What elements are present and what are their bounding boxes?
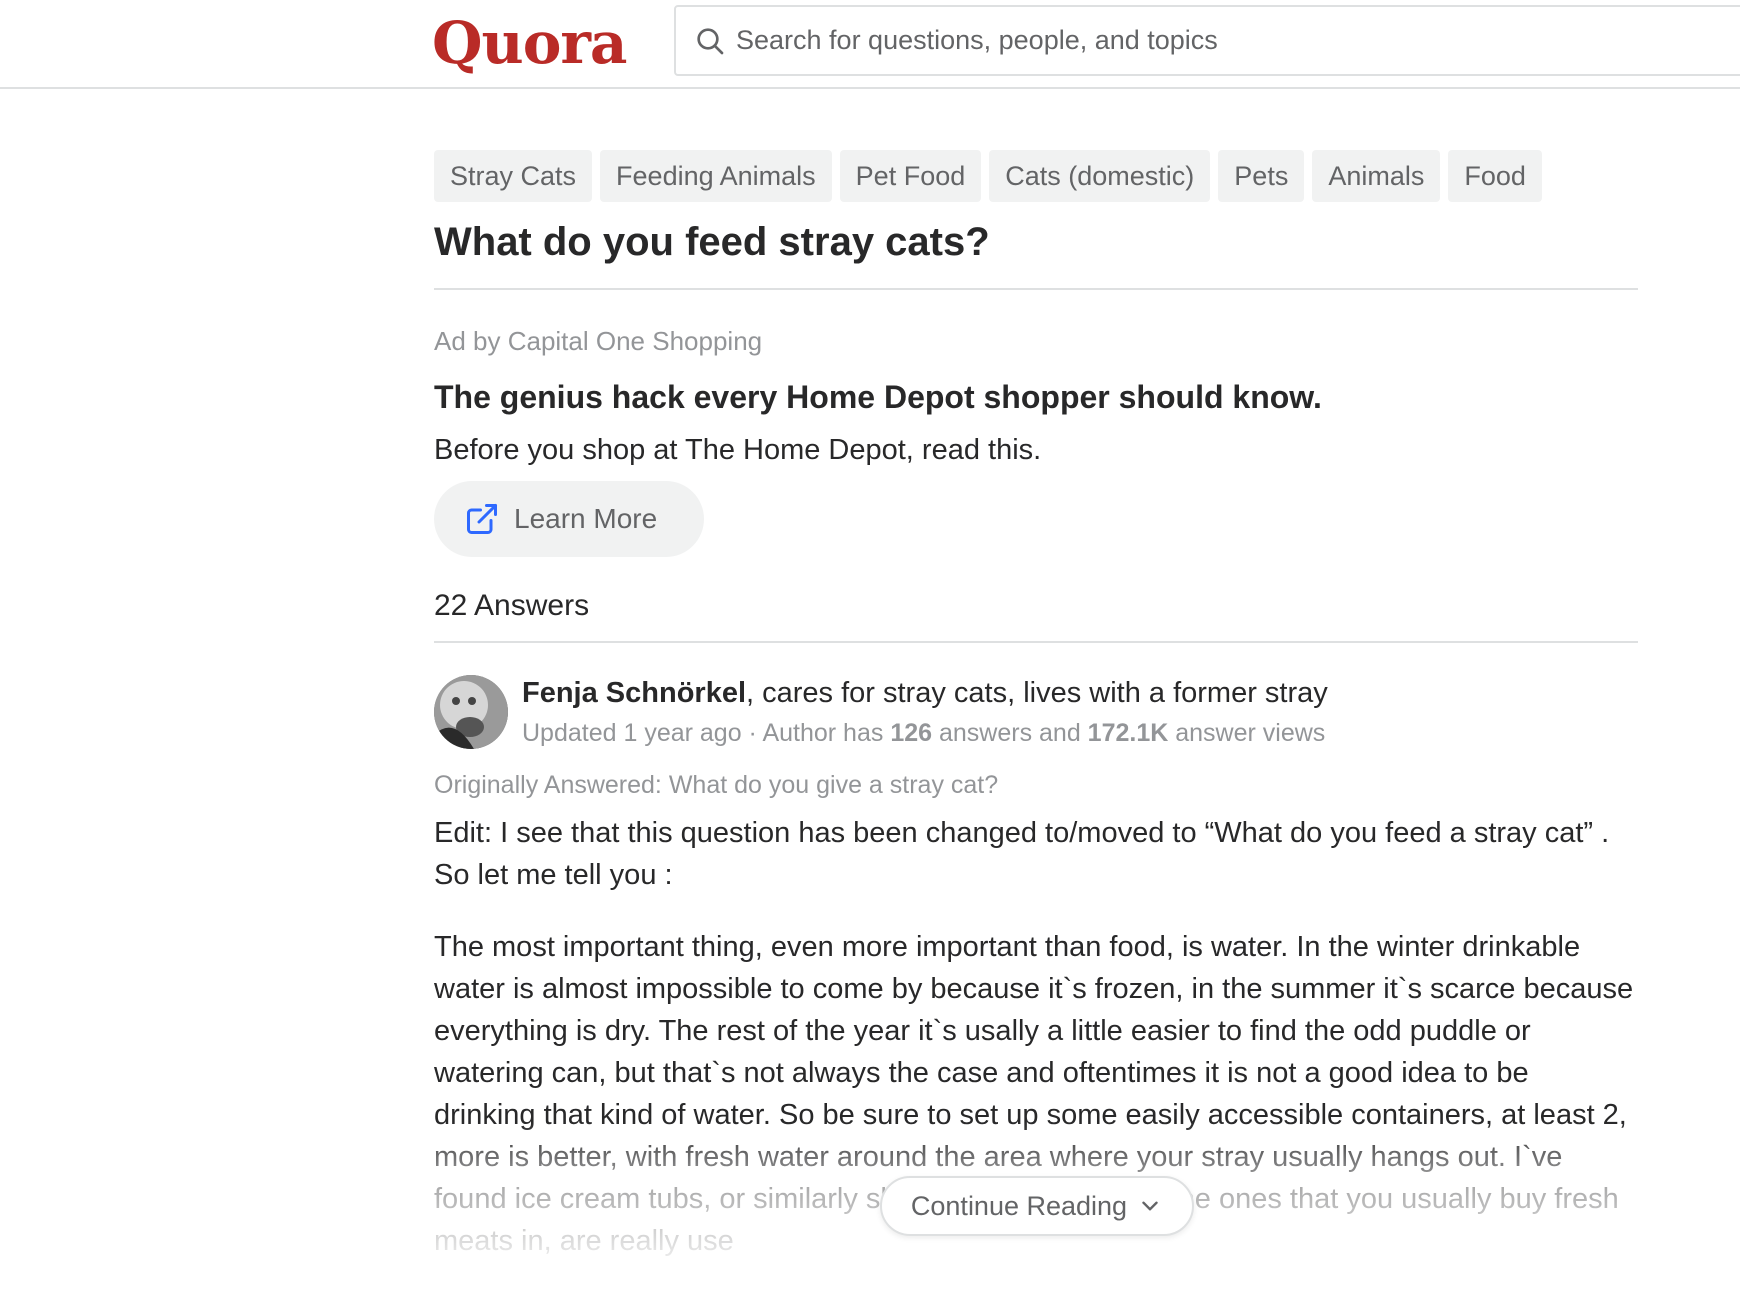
learn-more-label: Learn More (514, 503, 658, 534)
topic-tag[interactable]: Animals (1312, 150, 1441, 202)
avatar[interactable] (434, 675, 508, 749)
topic-list: Stray Cats Feeding Animals Pet Food Cats… (434, 150, 1638, 202)
search-icon (697, 27, 724, 54)
views-number: 172.1K (1087, 719, 1169, 747)
divider (434, 288, 1638, 290)
ad-label[interactable]: Ad by Capital One Shopping (434, 326, 1638, 357)
ad-title[interactable]: The genius hack every Home Depot shopper… (434, 379, 1638, 416)
answer-paragraph: Edit: I see that this question has been … (434, 817, 1610, 891)
chevron-down-icon (1142, 1201, 1158, 1211)
answer-card: Fenja Schnörkel, cares for stray cats, l… (434, 675, 1638, 1262)
topic-tag[interactable]: Feeding Animals (600, 150, 832, 202)
divider (434, 641, 1638, 643)
answers-count: 22 Answers (434, 589, 590, 622)
search-input[interactable] (736, 25, 1636, 56)
ad-block: Ad by Capital One Shopping The genius ha… (434, 326, 1638, 557)
author-credential: , cares for stray cats, lives with a for… (746, 677, 1328, 709)
learn-more-button[interactable]: Learn More (434, 481, 704, 557)
author-info: Fenja Schnörkel, cares for stray cats, l… (522, 675, 1328, 749)
ad-description: Before you shop at The Home Depot, read … (434, 434, 1042, 466)
question-page-content: Stray Cats Feeding Animals Pet Food Cats… (434, 150, 1638, 1262)
quora-logo[interactable]: Quora (432, 4, 628, 82)
meta-prefix: Updated 1 year ago · Author has (522, 719, 891, 747)
topic-tag[interactable]: Stray Cats (434, 150, 593, 202)
top-navigation-bar: Quora (0, 0, 1740, 89)
topic-tag[interactable]: Food (1448, 150, 1542, 202)
continue-reading-label: Continue Reading (910, 1190, 1128, 1221)
external-link-icon (467, 504, 497, 534)
answer-meta: Updated 1 year ago · Author has 126 answ… (522, 719, 1328, 748)
author-line: Fenja Schnörkel, cares for stray cats, l… (522, 673, 1328, 713)
answers-number: 126 (890, 719, 933, 747)
topic-tag[interactable]: Pet Food (839, 150, 982, 202)
topic-tag[interactable]: Cats (domestic) (989, 150, 1211, 202)
search-bar[interactable] (674, 5, 1740, 76)
originally-answered[interactable]: Originally Answered: What do you give a … (434, 771, 1638, 800)
meta-suffix: answer views (1168, 719, 1326, 747)
topic-tag[interactable]: Pets (1218, 150, 1305, 202)
meta-middle: answers and (932, 719, 1088, 747)
avatar-image (434, 675, 508, 749)
question-title: What do you feed stray cats? (434, 220, 990, 264)
author-name[interactable]: Fenja Schnörkel (522, 677, 746, 709)
continue-reading-button[interactable]: Continue Reading (880, 1176, 1194, 1236)
answer-author-row: Fenja Schnörkel, cares for stray cats, l… (434, 675, 1638, 749)
